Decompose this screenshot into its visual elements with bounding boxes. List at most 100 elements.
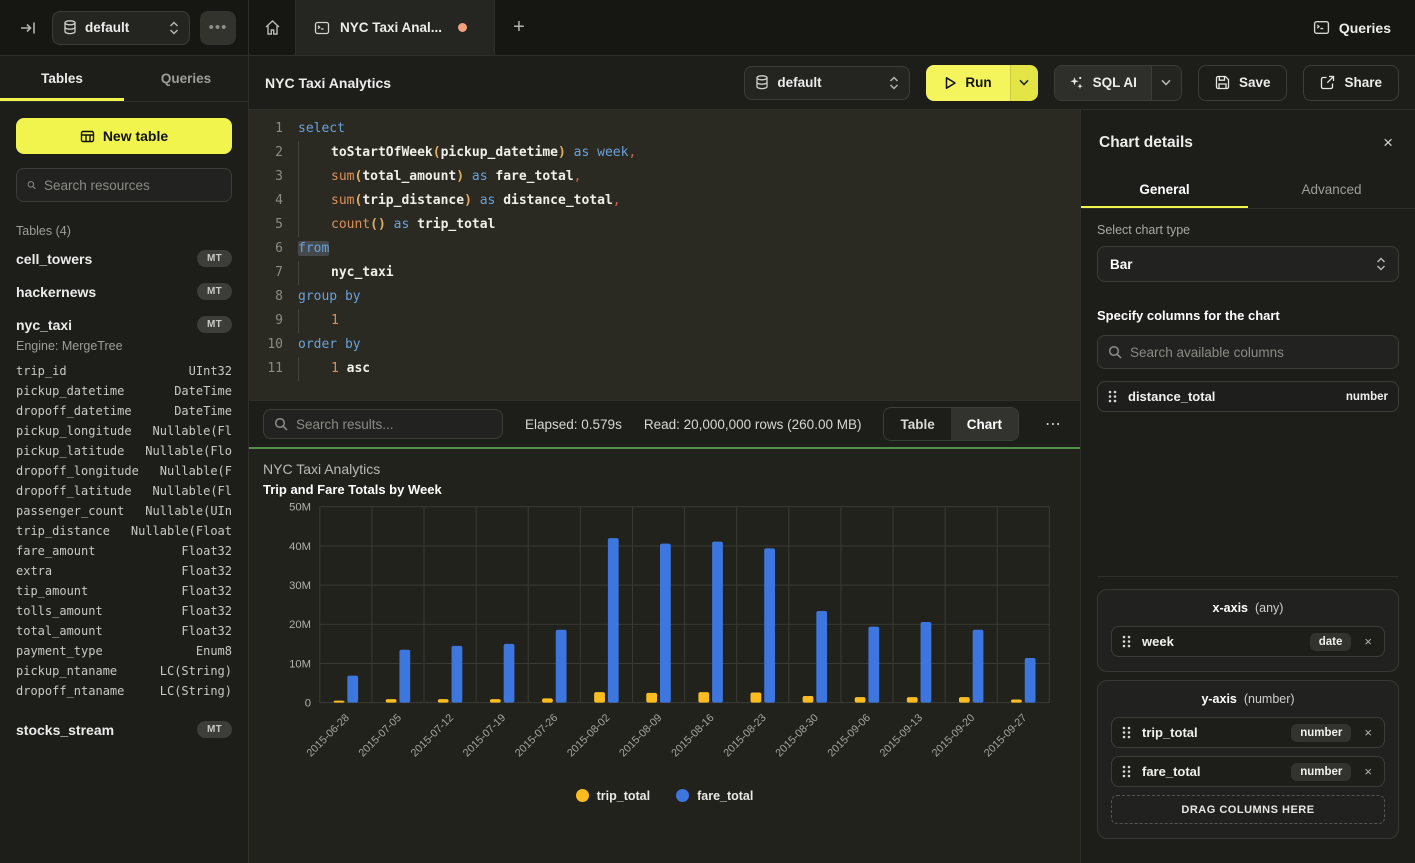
remove-column-button[interactable]: × xyxy=(1362,634,1374,649)
engine-badge: MT xyxy=(197,721,232,738)
sql-ai-button[interactable]: SQL AI xyxy=(1055,66,1151,100)
view-toggle-chart[interactable]: Chart xyxy=(951,408,1018,440)
search-icon xyxy=(1108,345,1122,359)
new-table-button[interactable]: New table xyxy=(16,118,232,154)
legend-item-fare_total[interactable]: fare_total xyxy=(676,789,753,803)
run-button-label: Run xyxy=(965,75,991,90)
editor-line: 7nyc_taxi xyxy=(259,261,1080,285)
table-item-cell_towers[interactable]: cell_towersMT xyxy=(16,242,232,275)
sparkles-icon xyxy=(1069,75,1084,90)
remove-column-button[interactable]: × xyxy=(1362,725,1374,740)
chart-type-value: Bar xyxy=(1110,257,1133,272)
sidebar-tab-tables[interactable]: Tables xyxy=(0,56,124,101)
editor-line: 4sum(trip_distance) as distance_total, xyxy=(259,189,1080,213)
run-button[interactable]: Run xyxy=(926,65,1009,101)
save-button[interactable]: Save xyxy=(1198,65,1288,101)
tab-nyc-taxi-analytics[interactable]: NYC Taxi Anal... xyxy=(295,0,495,55)
column-row: trip_idUInt32 xyxy=(16,361,232,381)
column-row: pickup_datetimeDateTime xyxy=(16,381,232,401)
column-row: passenger_countNullable(UIn xyxy=(16,501,232,521)
play-icon xyxy=(944,76,957,90)
chart-details-panel: Chart details × General Advanced Select … xyxy=(1080,110,1415,863)
collapse-sidebar-button[interactable] xyxy=(14,14,42,42)
database-selector[interactable]: default xyxy=(52,11,190,45)
results-more-button[interactable]: ⋯ xyxy=(1041,414,1066,434)
home-button[interactable] xyxy=(249,0,295,55)
column-chip-week[interactable]: weekdate× xyxy=(1111,626,1385,657)
chart-type-selector[interactable]: Bar xyxy=(1097,246,1399,282)
table-name: stocks_stream xyxy=(16,722,114,738)
workspace-more-button[interactable]: ••• xyxy=(200,11,236,45)
column-row: tolls_amountFloat32 xyxy=(16,601,232,621)
table-columns: trip_idUInt32pickup_datetimeDateTimedrop… xyxy=(16,361,232,701)
svg-text:2015-07-05: 2015-07-05 xyxy=(357,712,404,759)
svg-text:2015-09-27: 2015-09-27 xyxy=(982,712,1029,759)
svg-text:40M: 40M xyxy=(289,541,311,553)
sql-ai-options-button[interactable] xyxy=(1151,66,1181,100)
x-axis-section: x-axis (any) weekdate× xyxy=(1097,589,1399,672)
bar-chart[interactable]: 010M20M30M40M50M2015-06-282015-07-052015… xyxy=(263,497,1066,787)
svg-text:50M: 50M xyxy=(289,502,311,514)
run-options-button[interactable] xyxy=(1010,65,1038,101)
new-tab-button[interactable]: + xyxy=(495,0,543,55)
table-item-nyc_taxi[interactable]: nyc_taxiMT xyxy=(16,308,232,341)
x-axis-items: weekdate× xyxy=(1111,626,1385,657)
svg-text:2015-08-09: 2015-08-09 xyxy=(617,712,664,759)
columns-label: Specify columns for the chart xyxy=(1097,308,1399,323)
share-button[interactable]: Share xyxy=(1303,65,1399,101)
sidebar-search-input[interactable] xyxy=(44,178,221,193)
line-number: 7 xyxy=(259,261,283,285)
updown-chevron-icon xyxy=(169,21,179,35)
columns-search-input[interactable] xyxy=(1130,345,1388,360)
tables-section-label: Tables (4) xyxy=(16,224,232,238)
sql-editor[interactable]: 1select2toStartOfWeek(pickup_datetime) a… xyxy=(249,110,1080,400)
svg-text:2015-07-12: 2015-07-12 xyxy=(409,712,456,759)
table-item-stocks_stream[interactable]: stocks_stream MT xyxy=(16,713,232,746)
run-split-button: Run xyxy=(926,65,1037,101)
available-columns-list: distance_totalnumber xyxy=(1097,381,1399,420)
line-number: 3 xyxy=(259,165,283,189)
search-icon xyxy=(27,178,36,192)
share-icon xyxy=(1320,75,1335,90)
view-toggle-table[interactable]: Table xyxy=(884,408,950,440)
engine-badge: MT xyxy=(197,316,232,333)
table-item-hackernews[interactable]: hackernewsMT xyxy=(16,275,232,308)
column-row: payment_typeEnum8 xyxy=(16,641,232,661)
editor-line: 8group by xyxy=(259,285,1080,309)
svg-text:2015-08-30: 2015-08-30 xyxy=(773,712,820,759)
view-toggle: Table Chart xyxy=(883,407,1019,441)
svg-text:2015-09-20: 2015-09-20 xyxy=(930,712,977,759)
search-icon xyxy=(274,417,288,431)
column-chip-distance_total[interactable]: distance_totalnumber xyxy=(1097,381,1399,412)
line-number: 5 xyxy=(259,213,283,237)
results-search-input[interactable] xyxy=(296,417,492,432)
queries-icon xyxy=(1313,19,1330,36)
remove-column-button[interactable]: × xyxy=(1362,764,1374,779)
svg-text:2015-07-26: 2015-07-26 xyxy=(513,712,560,759)
table-engine: Engine: MergeTree xyxy=(16,339,232,353)
y-axis-hint: (number) xyxy=(1244,692,1295,706)
read-stat: Read: 20,000,000 rows (260.00 MB) xyxy=(644,417,862,432)
drag-handle-icon xyxy=(1122,635,1131,648)
svg-text:2015-09-13: 2015-09-13 xyxy=(878,712,925,759)
tab-advanced[interactable]: Advanced xyxy=(1248,171,1415,208)
column-chip-fare_total[interactable]: fare_totalnumber× xyxy=(1111,756,1385,787)
drop-zone[interactable]: DRAG COLUMNS HERE xyxy=(1111,795,1385,824)
tab-general[interactable]: General xyxy=(1081,171,1248,208)
engine-badge: MT xyxy=(197,283,232,300)
line-number: 1 xyxy=(259,117,283,141)
chart-details-header: Chart details × xyxy=(1081,110,1415,171)
run-database-selector[interactable]: default xyxy=(744,66,910,100)
legend-label: fare_total xyxy=(697,789,753,803)
y-axis-title: y-axis (number) xyxy=(1111,692,1385,706)
query-title: NYC Taxi Analytics xyxy=(265,75,391,91)
queries-button[interactable]: Queries xyxy=(1313,19,1391,36)
legend-item-trip_total[interactable]: trip_total xyxy=(576,789,650,803)
save-button-label: Save xyxy=(1239,75,1271,90)
sidebar-tab-queries[interactable]: Queries xyxy=(124,56,248,101)
column-chip-trip_total[interactable]: trip_totalnumber× xyxy=(1111,717,1385,748)
close-panel-button[interactable]: × xyxy=(1379,132,1397,153)
svg-text:2015-09-06: 2015-09-06 xyxy=(826,712,873,759)
legend-label: trip_total xyxy=(597,789,650,803)
line-code: 1 xyxy=(298,309,339,333)
